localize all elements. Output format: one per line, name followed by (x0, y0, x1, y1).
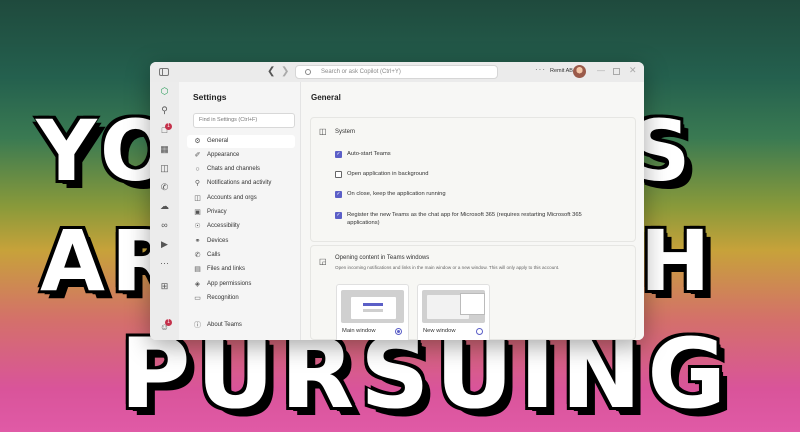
settings-item-label: About Teams (207, 322, 242, 328)
settings-item-accounts[interactable]: ◫ Accounts and orgs (187, 192, 295, 205)
opening-description: Open incoming notifications and links in… (335, 265, 560, 270)
system-label: System (335, 129, 356, 135)
new-window-label: New window (423, 328, 456, 334)
settings-item-accessibility[interactable]: ☉ Accessibility (187, 220, 295, 233)
register-chat-app-label: Register the new Teams as the chat app f… (347, 212, 582, 218)
headset-icon: ⚭ (194, 238, 201, 245)
more-apps-icon[interactable]: ··· (159, 258, 170, 269)
settings-item-calls[interactable]: ✆ Calls (187, 249, 295, 262)
settings-item-general[interactable]: ⚙ General (187, 135, 295, 148)
open-background-label: Open application in background (347, 171, 429, 177)
minimize-icon[interactable]: — (597, 66, 605, 75)
more-options-icon[interactable]: ··· (535, 65, 546, 74)
settings-item-files[interactable]: ▤ Files and links (187, 263, 295, 276)
search-placeholder: Search or ask Copilot (Ctrl+Y) (321, 69, 401, 75)
settings-item-about[interactable]: ⓘ About Teams (187, 319, 295, 332)
forward-arrow-icon[interactable]: ❯ (281, 66, 289, 77)
org-name[interactable]: Remit AB (550, 68, 573, 74)
page-title: General (311, 93, 341, 102)
settings-item-label: Files and links (207, 266, 246, 272)
keep-running-label: On close, keep the application running (347, 191, 446, 197)
loop-icon[interactable]: ∞ (159, 220, 170, 231)
settings-item-label: Accounts and orgs (207, 195, 257, 201)
register-chat-app-checkbox[interactable]: ✓ (335, 212, 342, 219)
settings-item-label: App permissions (207, 281, 252, 287)
file-icon: ▤ (194, 266, 201, 273)
background-text-line2-right: H (640, 212, 717, 310)
settings-main: General ◫ System ✓ Auto-start Teams Open… (300, 82, 644, 340)
find-placeholder: Find in Settings (Ctrl+F) (199, 117, 258, 123)
main-window-option[interactable]: Main window (336, 284, 409, 340)
app-rail: ⬡ ⚲ □ 1 ▦ ◫ ✆ ☁ ∞ ▶ ··· ⊞ ☺ 1 (150, 82, 179, 340)
search-icon (305, 69, 311, 75)
register-chat-app-label-line2: applications) (347, 220, 380, 226)
teams-icon[interactable]: ◫ (159, 163, 170, 174)
settings-item-label: Appearance (207, 152, 240, 158)
sidebar-toggle-icon[interactable] (159, 68, 169, 76)
phone-icon: ✆ (194, 252, 201, 259)
back-arrow-icon[interactable]: ❮ (267, 66, 275, 77)
lock-icon: ▣ (194, 209, 201, 216)
settings-item-appearance[interactable]: ✐ Appearance (187, 149, 295, 162)
main-window-radio[interactable] (395, 328, 402, 335)
settings-item-privacy[interactable]: ▣ Privacy (187, 206, 295, 219)
bell-icon: ⚲ (194, 180, 201, 187)
account-badge: 1 (165, 319, 172, 326)
open-window-icon: ◲ (319, 257, 327, 266)
gear-icon: ⚙ (194, 138, 201, 145)
main-window-label: Main window (342, 328, 376, 334)
add-apps-icon[interactable]: ⊞ (159, 281, 170, 292)
settings-item-app-permissions[interactable]: ◈ App permissions (187, 278, 295, 291)
auto-start-label: Auto-start Teams (347, 151, 391, 157)
teams-window: ❮ ❯ Search or ask Copilot (Ctrl+Y) ··· R… (150, 62, 644, 340)
onedrive-icon[interactable]: ☁ (159, 201, 170, 212)
settings-item-label: Privacy (207, 209, 227, 215)
recognition-icon: ▭ (194, 295, 201, 302)
keep-running-checkbox[interactable]: ✓ (335, 191, 342, 198)
activity-bell-icon[interactable]: ⚲ (159, 105, 170, 116)
maximize-icon[interactable] (613, 68, 620, 75)
settings-nav: Settings Find in Settings (Ctrl+F) ⚙ Gen… (179, 82, 300, 340)
settings-item-label: Chats and channels (207, 166, 261, 172)
calendar-icon[interactable]: ▦ (159, 144, 170, 155)
settings-item-label: Notifications and activity (207, 180, 272, 186)
settings-item-label: Recognition (207, 295, 239, 301)
search-input[interactable]: Search or ask Copilot (Ctrl+Y) (295, 65, 498, 79)
settings-title: Settings (193, 92, 227, 102)
auto-start-checkbox[interactable]: ✓ (335, 151, 342, 158)
info-icon: ⓘ (194, 322, 201, 329)
chat-badge: 1 (165, 123, 172, 130)
accounts-icon: ◫ (194, 195, 201, 202)
opening-content-section: ◲ Opening content in Teams windows Open … (310, 245, 636, 340)
find-in-settings-input[interactable]: Find in Settings (Ctrl+F) (193, 113, 295, 128)
new-window-preview (422, 290, 485, 323)
title-bar: ❮ ❯ Search or ask Copilot (Ctrl+Y) ··· R… (150, 62, 644, 82)
teams-logo-icon: ◫ (319, 127, 327, 136)
new-window-radio[interactable] (476, 328, 483, 335)
settings-item-label: Devices (207, 238, 229, 244)
open-background-checkbox[interactable] (335, 171, 342, 178)
shield-icon: ◈ (194, 281, 201, 288)
brush-icon: ✐ (194, 152, 201, 159)
settings-item-devices[interactable]: ⚭ Devices (187, 235, 295, 248)
settings-item-label: Calls (207, 252, 221, 258)
settings-item-label: Accessibility (207, 223, 240, 229)
settings-item-label: General (207, 138, 229, 144)
copilot-icon[interactable]: ⬡ (159, 86, 170, 97)
avatar[interactable] (573, 65, 586, 78)
main-window-preview (341, 290, 404, 323)
settings-item-notifications[interactable]: ⚲ Notifications and activity (187, 177, 295, 190)
close-icon[interactable]: ✕ (629, 65, 637, 76)
opening-title: Opening content in Teams windows (335, 255, 430, 261)
settings-item-recognition[interactable]: ▭ Recognition (187, 292, 295, 305)
new-window-option[interactable]: New window (417, 284, 490, 340)
camera-icon[interactable]: ▶ (159, 239, 170, 250)
calls-icon[interactable]: ✆ (159, 182, 170, 193)
chat-icon: ○ (195, 166, 200, 173)
system-section: ◫ System ✓ Auto-start Teams Open applica… (310, 117, 636, 242)
settings-item-chats[interactable]: ○ Chats and channels (187, 163, 295, 176)
accessibility-icon: ☉ (194, 223, 201, 230)
